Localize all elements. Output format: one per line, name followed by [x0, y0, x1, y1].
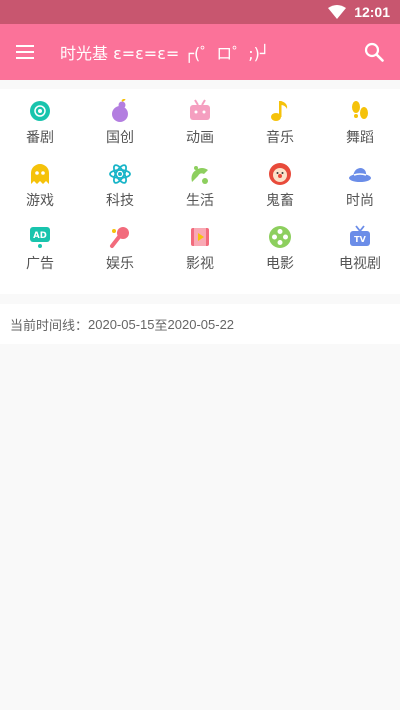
film-reel-icon [268, 225, 292, 249]
category-label: 生活 [186, 193, 214, 209]
category-label: 娱乐 [106, 256, 134, 272]
category-bangumi[interactable]: 番剧 [0, 99, 80, 162]
category-label: 国创 [106, 130, 134, 146]
category-tech[interactable]: 科技 [80, 162, 160, 225]
app-bar: 时光基 ε=ε=ε= ┌(゜ロ゜;)┘ [0, 24, 400, 80]
category-label: 鬼畜 [266, 193, 294, 209]
category-label: 科技 [106, 193, 134, 209]
film-icon [188, 225, 212, 249]
category-dance[interactable]: 舞蹈 [320, 99, 400, 162]
ghost-icon [28, 162, 52, 186]
timeline-end-date[interactable]: 2020-05-22 [168, 317, 235, 332]
search-button[interactable] [360, 38, 388, 66]
menu-icon-bar [16, 51, 34, 53]
category-label: 电视剧 [339, 256, 381, 272]
search-icon [364, 42, 384, 62]
category-ad[interactable]: AD 广告 [0, 225, 80, 288]
anime-disc-icon [28, 99, 52, 123]
status-time: 12:01 [354, 4, 390, 20]
category-label: 舞蹈 [346, 130, 374, 146]
category-label: 游戏 [26, 193, 54, 209]
category-douga[interactable]: 动画 [160, 99, 240, 162]
menu-button[interactable] [16, 40, 40, 64]
svg-text:AD: AD [33, 231, 47, 241]
category-label: 时尚 [346, 193, 374, 209]
ad-icon: AD [28, 225, 52, 249]
category-fashion[interactable]: 时尚 [320, 162, 400, 225]
footprints-icon [348, 99, 372, 123]
category-music[interactable]: 音乐 [240, 99, 320, 162]
category-tv[interactable]: TV 电视剧 [320, 225, 400, 288]
category-ent[interactable]: 娱乐 [80, 225, 160, 288]
life-icon [188, 162, 212, 186]
category-grid: 番剧 国创 动画 音乐 舞蹈 游戏 科技 生活 鬼畜 时尚 AD 广告 娱乐 影… [0, 89, 400, 294]
category-movie[interactable]: 电影 [240, 225, 320, 288]
category-label: 广告 [26, 256, 54, 272]
menu-icon-bar [16, 57, 34, 59]
tv-icon: TV [348, 225, 372, 249]
category-cinephile[interactable]: 影视 [160, 225, 240, 288]
timeline-bar: 当前时间线： 2020-05-15 至 2020-05-22 [0, 304, 400, 344]
timeline-prefix: 当前时间线： [10, 318, 89, 334]
category-game[interactable]: 游戏 [0, 162, 80, 225]
music-note-icon [268, 99, 292, 123]
status-bar: 12:01 [0, 0, 400, 24]
wifi-icon [328, 5, 347, 19]
svg-text:TV: TV [354, 235, 366, 244]
timeline-start-date[interactable]: 2020-05-15 [88, 317, 155, 332]
category-label: 电影 [266, 256, 294, 272]
microphone-icon [108, 225, 132, 249]
category-life[interactable]: 生活 [160, 162, 240, 225]
gourd-icon [108, 99, 132, 123]
category-label: 番剧 [26, 130, 54, 146]
category-label: 音乐 [266, 130, 294, 146]
hat-icon [348, 162, 372, 186]
category-kichiku[interactable]: 鬼畜 [240, 162, 320, 225]
tv-mascot-icon [188, 99, 212, 123]
clown-icon [268, 162, 292, 186]
category-guochuang[interactable]: 国创 [80, 99, 160, 162]
page-title: 时光基 ε=ε=ε= ┌(゜ロ゜;)┘ [60, 44, 270, 63]
category-label: 影视 [186, 256, 214, 272]
timeline-separator: 至 [154, 318, 168, 334]
menu-icon-bar [16, 45, 34, 47]
category-label: 动画 [186, 130, 214, 146]
atom-icon [108, 162, 132, 186]
